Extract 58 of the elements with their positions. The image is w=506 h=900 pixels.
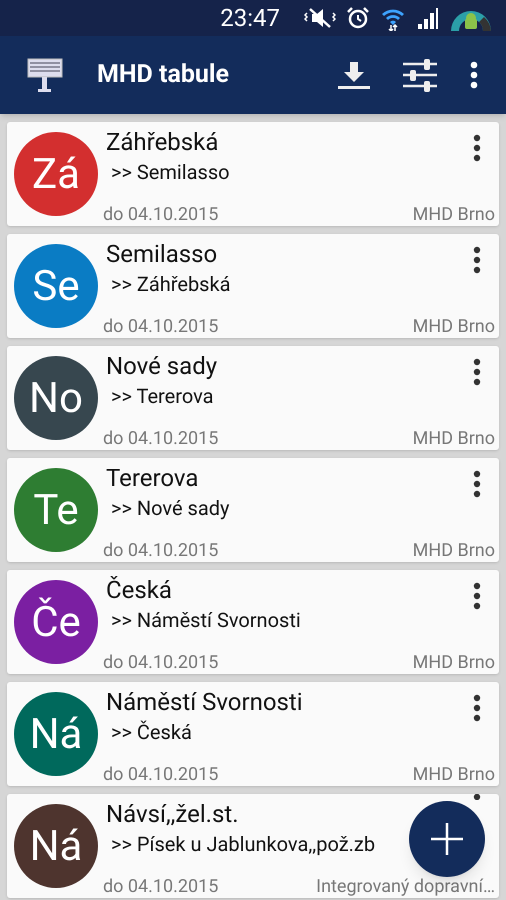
board-card[interactable]: Te Tererova >> Nové sady do 04.10.2015 MHD Brno	[7, 458, 499, 562]
direction-text: >> Tererova	[111, 384, 214, 408]
initials-avatar: Če	[14, 580, 98, 664]
stop-name: Česká	[106, 576, 172, 604]
more-button[interactable]	[471, 794, 483, 800]
board-card[interactable]: Zá Záhřebská >> Semilasso do 04.10.2015 MHD Brno	[7, 122, 499, 226]
signboard-icon	[27, 58, 63, 92]
initials-avatar: No	[14, 356, 98, 440]
operator-name: MHD Brno	[412, 765, 495, 785]
app-title: MHD tabule	[97, 59, 230, 92]
valid-until: do 04.10.2015	[103, 205, 218, 225]
direction-text: >> Záhřebská	[111, 272, 231, 296]
more-icon	[473, 134, 481, 162]
stop-name: Záhřebská	[106, 128, 218, 156]
board-card[interactable]: Se Semilasso >> Záhřebská do 04.10.2015 MHD Brno	[7, 234, 499, 338]
stop-name: Návsí,,žel.st.	[106, 800, 239, 828]
alarm-icon	[346, 6, 370, 30]
download-icon	[337, 60, 371, 90]
valid-until: do 04.10.2015	[103, 317, 218, 337]
status-time: 23:47	[220, 3, 280, 34]
board-card[interactable]: Če Česká >> Náměstí Svornosti do 04.10.2015 MHD Brno	[7, 570, 499, 674]
operator-name: MHD Brno	[412, 653, 495, 673]
initials-avatar: Te	[14, 468, 98, 552]
stop-name: Náměstí Svornosti	[106, 688, 303, 716]
plus-icon	[430, 822, 464, 856]
initials-avatar: Se	[14, 244, 98, 328]
operator-name: MHD Brno	[412, 429, 495, 449]
operator-name: MHD Brno	[412, 541, 495, 561]
more-icon	[473, 358, 481, 386]
direction-text: >> Písek u Jablunkova,,pož.zb	[111, 832, 376, 856]
valid-until: do 04.10.2015	[103, 429, 218, 449]
signal-icon	[416, 7, 438, 29]
sliders-icon	[402, 58, 438, 92]
direction-text: >> Česká	[111, 720, 192, 744]
valid-until: do 04.10.2015	[103, 877, 218, 897]
operator-name: Integrovaný dopravní…	[316, 877, 495, 897]
valid-until: do 04.10.2015	[103, 765, 218, 785]
more-icon	[473, 246, 481, 274]
more-icon	[473, 470, 481, 498]
stop-name: Nové sady	[106, 352, 218, 380]
direction-text: >> Nové sady	[111, 496, 230, 520]
initials-avatar: Ná	[14, 804, 98, 888]
direction-text: >> Náměstí Svornosti	[111, 608, 301, 632]
mute-icon	[304, 7, 336, 29]
stop-name: Tererova	[106, 464, 198, 492]
operator-name: MHD Brno	[412, 317, 495, 337]
more-icon	[473, 694, 481, 722]
direction-text: >> Semilasso	[111, 160, 230, 184]
valid-until: do 04.10.2015	[103, 541, 218, 561]
operator-name: MHD Brno	[412, 205, 495, 225]
stop-name: Semilasso	[106, 240, 218, 268]
initials-avatar: Ná	[14, 692, 98, 776]
valid-until: do 04.10.2015	[103, 653, 218, 673]
settings-button[interactable]	[402, 57, 438, 93]
initials-avatar: Zá	[14, 132, 98, 216]
more-icon	[473, 582, 481, 610]
board-card[interactable]: Ná Návsí,,žel.st. >> Písek u Jablunkova,,pož.zb do 04.10.2015 Integrovaný dopravní…	[7, 794, 499, 898]
menu-icon	[470, 61, 478, 89]
